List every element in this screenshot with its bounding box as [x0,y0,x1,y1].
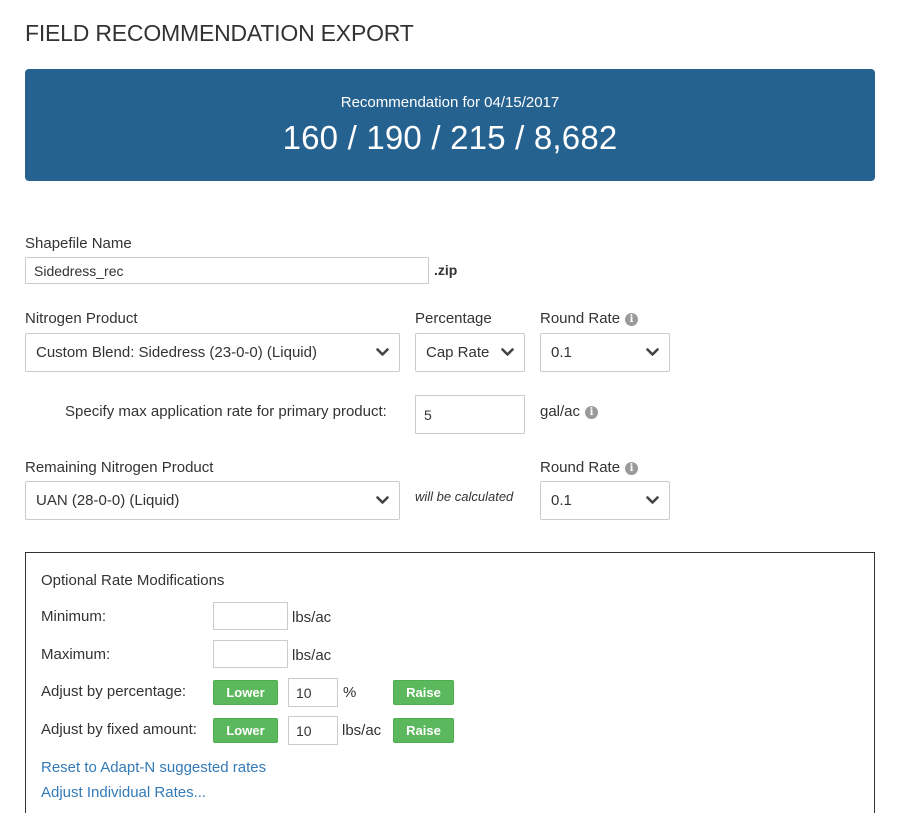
maximum-label: Maximum: [41,646,111,663]
max-rate-unit: gal/ac i [540,403,599,420]
remaining-product-label: Remaining Nitrogen Product [25,459,214,476]
percentage-unit: % [343,684,357,701]
shapefile-name-label: Shapefile Name [25,235,132,252]
chevron-down-icon [645,346,659,360]
shapefile-name-value: Sidedress_rec [34,262,124,279]
adjust-fixed-label: Adjust by fixed amount: [41,721,197,738]
max-rate-unit-text: gal/ac [540,403,581,420]
round-rate-label-text: Round Rate [540,310,621,327]
max-rate-value: 5 [424,406,432,423]
calculated-note: will be calculated [415,489,514,504]
lower-percentage-button[interactable]: Lower [213,680,278,705]
percentage-label: Percentage [415,310,492,327]
info-icon[interactable]: i [585,406,599,419]
round-rate-value: 0.1 [551,344,572,361]
info-icon[interactable]: i [625,462,639,475]
fixed-amount-input[interactable]: 10 [288,716,338,745]
raise-fixed-button[interactable]: Raise [393,718,454,743]
remaining-round-rate-select[interactable]: 0.1 [540,481,670,520]
max-rate-input[interactable]: 5 [415,395,525,434]
nitrogen-product-value: Custom Blend: Sidedress (23-0-0) (Liquid… [36,344,317,361]
chevron-down-icon [500,346,514,360]
remaining-round-rate-label: Round Rate i [540,459,639,476]
shapefile-name-input[interactable]: Sidedress_rec [25,257,429,284]
recommendation-banner: Recommendation for 04/15/2017 160 / 190 … [25,69,875,181]
chevron-down-icon [645,494,659,508]
chevron-down-icon [375,346,389,360]
raise-percentage-button[interactable]: Raise [393,680,454,705]
nitrogen-product-label: Nitrogen Product [25,310,138,327]
remaining-round-rate-label-text: Round Rate [540,459,621,476]
rate-modifications-title: Optional Rate Modifications [41,572,225,589]
minimum-input[interactable] [213,602,288,630]
round-rate-label: Round Rate i [540,310,639,327]
lower-fixed-button[interactable]: Lower [213,718,278,743]
maximum-unit: lbs/ac [292,647,332,664]
max-rate-label: Specify max application rate for primary… [65,403,387,420]
remaining-product-select[interactable]: UAN (28-0-0) (Liquid) [25,481,400,520]
percentage-amount-input[interactable]: 10 [288,678,338,707]
fixed-amount-value: 10 [296,722,312,739]
round-rate-select[interactable]: 0.1 [540,333,670,372]
chevron-down-icon [375,494,389,508]
shapefile-extension: .zip [434,262,458,278]
remaining-product-value: UAN (28-0-0) (Liquid) [36,492,180,509]
minimum-unit: lbs/ac [292,609,332,626]
minimum-label: Minimum: [41,608,107,625]
recommendation-values: 160 / 190 / 215 / 8,682 [282,119,618,156]
page-title: FIELD RECOMMENDATION EXPORT [25,20,414,46]
remaining-round-rate-value: 0.1 [551,492,572,509]
percentage-value: Cap Rate [426,344,490,361]
nitrogen-product-select[interactable]: Custom Blend: Sidedress (23-0-0) (Liquid… [25,333,400,372]
fixed-unit: lbs/ac [342,722,382,739]
recommendation-date: Recommendation for 04/15/2017 [340,94,560,111]
adjust-percentage-label: Adjust by percentage: [41,683,187,700]
maximum-input[interactable] [213,640,288,668]
info-icon[interactable]: i [625,313,639,326]
reset-rates-link[interactable]: Reset to Adapt-N suggested rates [41,759,266,776]
percentage-amount-value: 10 [296,684,312,701]
percentage-select[interactable]: Cap Rate [415,333,525,372]
adjust-individual-rates-link[interactable]: Adjust Individual Rates... [41,784,206,801]
